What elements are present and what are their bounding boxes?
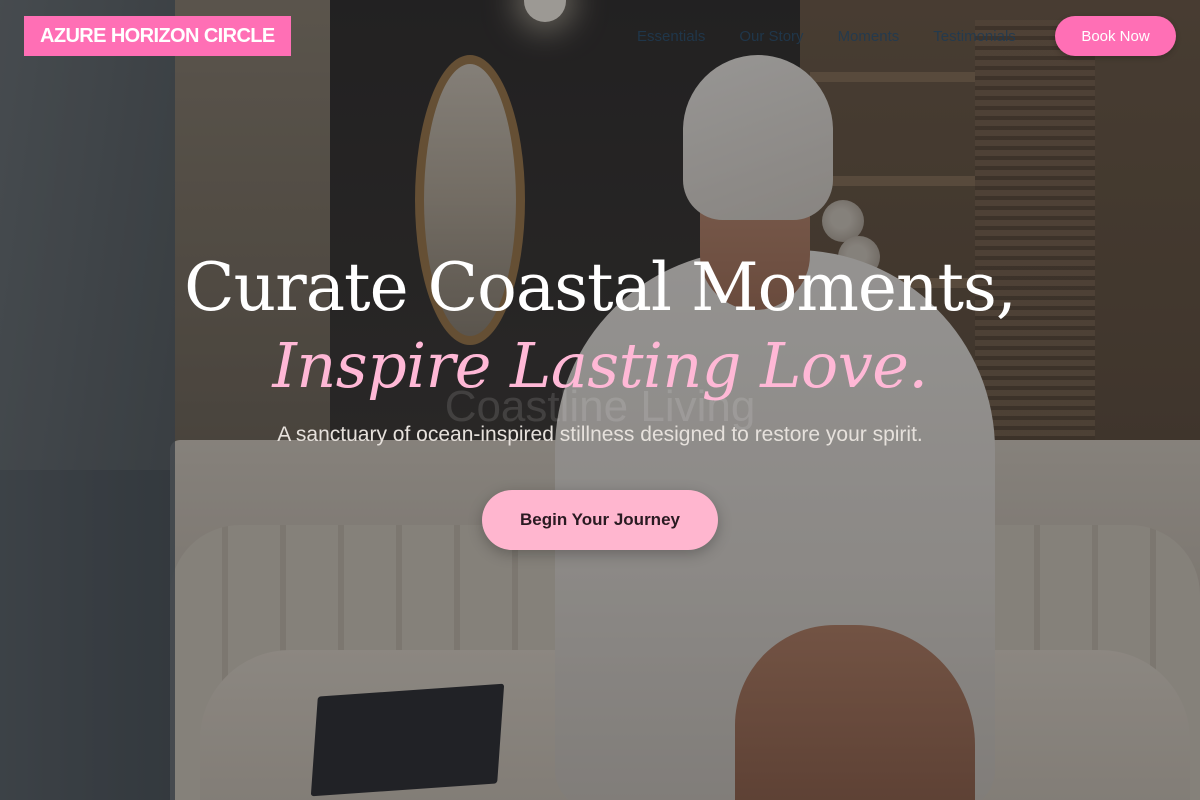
nav-link-testimonials[interactable]: Testimonials	[933, 26, 1016, 48]
nav-link-our-story[interactable]: Our Story	[739, 26, 803, 48]
hero-subtitle: A sanctuary of ocean-inspired stillness …	[277, 423, 923, 446]
nav-link-moments[interactable]: Moments	[838, 26, 900, 48]
nav-link-essentials[interactable]: Essentials	[637, 26, 705, 48]
book-now-button[interactable]: Book Now	[1055, 16, 1176, 56]
headline-line-2: Inspire Lasting Love.	[272, 329, 928, 402]
hero-headline: Curate Coastal Moments, Inspire Lasting …	[0, 246, 1200, 402]
nav-links: Essentials Our Story Moments Testimonial…	[637, 26, 1016, 48]
top-navbar: AZURE HORIZON CIRCLE Essentials Our Stor…	[0, 0, 1200, 72]
brand-logo[interactable]: AZURE HORIZON CIRCLE	[24, 16, 291, 56]
hero-section: AZURE HORIZON CIRCLE Essentials Our Stor…	[0, 0, 1200, 800]
begin-journey-button[interactable]: Begin Your Journey	[482, 490, 718, 550]
headline-line-1: Curate Coastal Moments,	[184, 249, 1017, 326]
